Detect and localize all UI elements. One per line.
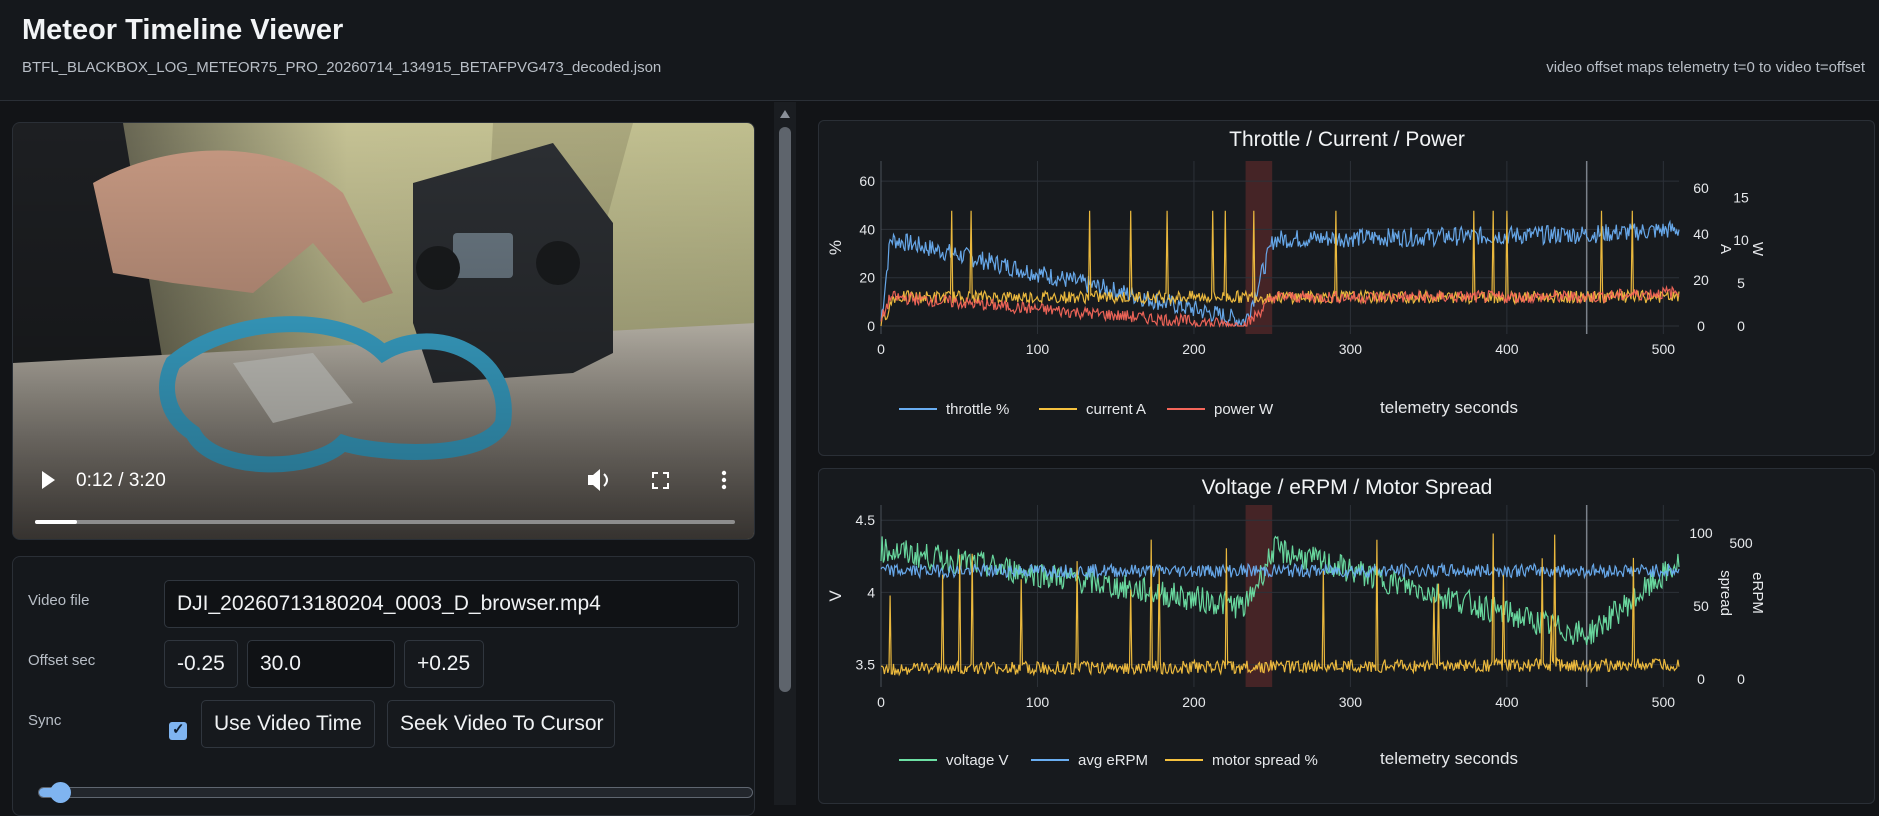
y3-axis-label: W — [1749, 242, 1766, 257]
series-line-throttle — [880, 219, 1680, 327]
scroll-up-icon[interactable] — [780, 110, 790, 118]
charts-pane: 0 100 200 300 400 500 0 20 40 60 0 20 40 60 0 5 10 15 A W Th… — [796, 102, 1879, 805]
app-header: Meteor Timeline Viewer BTFL_BLACKBOX_LOG… — [0, 0, 1879, 101]
y2-tick-label: 100 — [1689, 525, 1713, 541]
x-tick-label: 300 — [1339, 341, 1363, 357]
video-progress-fill — [35, 520, 77, 524]
offset-plus-button[interactable]: +0.25 — [404, 640, 484, 688]
video-time: 0:12 / 3:20 — [76, 470, 166, 491]
y-tick-label: 4.5 — [856, 512, 876, 528]
x-tick-label: 400 — [1495, 341, 1519, 357]
y3-tick-label: 10 — [1733, 232, 1749, 248]
y-axis-label: V — [826, 590, 845, 602]
video-player[interactable]: 0:12 / 3:20 — [12, 122, 755, 540]
y2-tick-label: 0 — [1697, 671, 1705, 687]
y3-tick-label: 0 — [1737, 671, 1745, 687]
chart-svg-1[interactable]: 0 100 200 300 400 500 3.5 4 4.5 0 50 100 0 500 spread e… — [819, 469, 1875, 804]
x-tick-label: 100 — [1026, 341, 1050, 357]
chart-title: Throttle / Current / Power — [1229, 128, 1465, 151]
legend-label: power W — [1214, 401, 1274, 418]
left-pane: 0:12 / 3:20 Video file DJI_2026071318020… — [0, 102, 768, 816]
offset-minus-button[interactable]: -0.25 — [164, 640, 238, 688]
y-tick-label: 0 — [867, 318, 875, 334]
x-tick-label: 0 — [877, 694, 885, 710]
y-tick-label: 60 — [859, 173, 875, 189]
y2-tick-label: 60 — [1693, 180, 1709, 196]
x-tick-label: 100 — [1026, 694, 1050, 710]
y2-tick-label: 0 — [1697, 318, 1705, 334]
y-axis-label: % — [826, 240, 845, 255]
offset-note: video offset maps telemetry t=0 to video… — [1546, 59, 1865, 76]
y-tick-label: 20 — [859, 270, 875, 286]
controls-panel: Video file DJI_20260713180204_0003_D_bro… — [12, 556, 755, 816]
sync-label: Sync — [28, 712, 62, 729]
log-file-name: BTFL_BLACKBOX_LOG_METEOR75_PRO_20260714_… — [22, 59, 662, 76]
y2-axis-label: spread — [1717, 570, 1734, 616]
x-tick-label: 400 — [1495, 694, 1519, 710]
more-vert-icon[interactable] — [721, 470, 727, 490]
y2-axis-label: A — [1717, 244, 1734, 254]
left-pane-scrollbar[interactable] — [774, 102, 796, 805]
series-line-motorspread — [880, 533, 1680, 677]
use-video-time-button[interactable]: Use Video Time — [201, 700, 375, 748]
chart-svg-0[interactable]: 0 100 200 300 400 500 0 20 40 60 0 20 40 60 0 5 10 15 A W Th… — [819, 121, 1875, 456]
legend-label: voltage V — [946, 752, 1009, 769]
y-tick-label: 3.5 — [856, 657, 876, 673]
check-icon: ✓ — [172, 721, 185, 738]
y3-tick-label: 0 — [1737, 318, 1745, 334]
chart-throttle-current-power[interactable]: 0 100 200 300 400 500 0 20 40 60 0 20 40 60 0 5 10 15 A W Th… — [818, 120, 1875, 456]
y3-tick-label: 15 — [1733, 189, 1749, 205]
video-file-field[interactable]: DJI_20260713180204_0003_D_browser.mp4 — [164, 580, 739, 628]
x-tick-label: 200 — [1182, 341, 1206, 357]
x-tick-label: 300 — [1339, 694, 1363, 710]
sync-checkbox[interactable]: ✓ — [169, 721, 187, 740]
x-tick-label: 0 — [877, 341, 885, 357]
video-progress-track[interactable] — [35, 520, 735, 524]
y2-tick-label: 50 — [1693, 598, 1709, 614]
chart-voltage-erpm-spread[interactable]: 0 100 200 300 400 500 3.5 4 4.5 0 50 100 0 500 spread e… — [818, 468, 1875, 804]
app-title: Meteor Timeline Viewer — [22, 14, 344, 46]
series-line-voltagev — [880, 535, 1680, 646]
timeline-slider-thumb[interactable] — [50, 782, 71, 803]
x-tick-label: 500 — [1652, 341, 1676, 357]
legend-label: motor spread % — [1212, 752, 1318, 769]
chart-title: Voltage / eRPM / Motor Spread — [1202, 476, 1493, 499]
y-tick-label: 4 — [867, 584, 875, 600]
x-tick-label: 500 — [1652, 694, 1676, 710]
video-frame[interactable]: 0:12 / 3:20 — [13, 123, 755, 540]
legend-label: current A — [1086, 401, 1146, 418]
y3-axis-label: eRPM — [1749, 572, 1766, 614]
y3-tick-label: 500 — [1729, 535, 1753, 551]
x-axis-label: telemetry seconds — [1380, 749, 1518, 768]
legend-label: avg eRPM — [1078, 752, 1148, 769]
timeline-slider[interactable] — [38, 782, 753, 803]
y2-tick-label: 40 — [1693, 226, 1709, 242]
x-axis-label: telemetry seconds — [1380, 398, 1518, 417]
scroll-thumb[interactable] — [779, 127, 791, 692]
legend-label: throttle % — [946, 401, 1009, 418]
video-file-label: Video file — [28, 592, 90, 609]
y3-tick-label: 5 — [1737, 275, 1745, 291]
offset-input[interactable]: 30.0 — [247, 640, 395, 688]
offset-label: Offset sec — [28, 652, 96, 669]
x-tick-label: 200 — [1182, 694, 1206, 710]
seek-video-button[interactable]: Seek Video To Cursor — [387, 700, 615, 748]
y-tick-label: 40 — [859, 221, 875, 237]
y2-tick-label: 20 — [1693, 272, 1709, 288]
